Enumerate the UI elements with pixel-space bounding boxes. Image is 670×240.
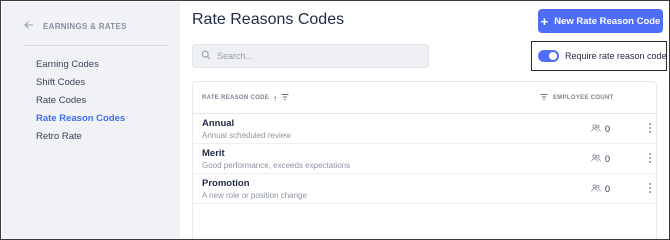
require-rate-reason-toggle-box: Require rate reason code — [531, 41, 667, 71]
rate-reason-name[interactable]: Promotion — [202, 178, 250, 189]
plus-icon: + — [540, 13, 549, 29]
rate-reason-name[interactable]: Annual — [202, 118, 234, 129]
require-rate-reason-toggle[interactable] — [538, 50, 559, 62]
filter-icon[interactable] — [540, 93, 548, 103]
more-vertical-icon[interactable] — [648, 181, 654, 195]
employee-count-value: 0 — [605, 184, 611, 194]
sidebar-divider — [24, 45, 169, 46]
column-header-count-label: EMPLOYEE COUNT — [553, 95, 614, 101]
sidebar-item-shift-codes[interactable]: Shift Codes — [36, 74, 125, 92]
sort-ascending-icon[interactable]: ↑ — [273, 94, 277, 103]
search-box — [192, 44, 429, 68]
column-header-code-label: RATE REASON CODE — [202, 95, 270, 101]
rate-reason-description: Annual scheduled review — [202, 131, 291, 140]
more-vertical-icon[interactable] — [648, 151, 654, 165]
employee-count-value: 0 — [605, 124, 611, 134]
back-link-label: EARNINGS & RATES — [43, 21, 127, 31]
main-content: Rate Reasons Codes + New Rate Reason Cod… — [180, 2, 669, 239]
users-icon — [591, 184, 601, 194]
toggle-label: Require rate reason code — [565, 51, 667, 61]
employee-count: 0 — [591, 154, 610, 164]
column-header-count: EMPLOYEE COUNT — [540, 93, 614, 103]
users-icon — [591, 154, 601, 164]
back-link[interactable]: EARNINGS & RATES — [24, 19, 127, 33]
table-row[interactable]: Annual Annual scheduled review 0 — [193, 114, 656, 144]
employee-count: 0 — [591, 124, 610, 134]
users-icon — [591, 124, 601, 134]
search-icon — [201, 47, 211, 65]
sidebar-item-rate-reason-codes[interactable]: Rate Reason Codes — [36, 110, 125, 128]
sidebar-nav: Earning Codes Shift Codes Rate Codes Rat… — [36, 56, 125, 146]
rate-reason-description: A new role or position change — [202, 191, 307, 200]
search-input[interactable] — [217, 51, 417, 61]
sidebar-item-rate-codes[interactable]: Rate Codes — [36, 92, 125, 110]
app-window: EARNINGS & RATES Earning Codes Shift Cod… — [0, 0, 670, 240]
sidebar-item-retro-rate[interactable]: Retro Rate — [36, 128, 125, 146]
table-header: RATE REASON CODE ↑ EMPLOYEE COUNT — [193, 82, 656, 114]
employee-count-value: 0 — [605, 154, 611, 164]
sidebar-item-earning-codes[interactable]: Earning Codes — [36, 56, 125, 74]
rate-reason-name[interactable]: Merit — [202, 148, 225, 159]
more-vertical-icon[interactable] — [648, 121, 654, 135]
rate-reason-description: Good performance, exceeds expectations — [202, 161, 351, 170]
table-row[interactable]: Promotion A new role or position change … — [193, 174, 656, 204]
new-rate-reason-code-button[interactable]: + New Rate Reason Code — [538, 9, 663, 33]
new-button-label: New Rate Reason Code — [554, 15, 661, 27]
arrow-left-icon — [24, 20, 34, 32]
rate-reason-table: RATE REASON CODE ↑ EMPLOYEE COUNT Annual… — [192, 81, 657, 239]
table-row[interactable]: Merit Good performance, exceeds expectat… — [193, 144, 656, 174]
page-title: Rate Reasons Codes — [192, 11, 345, 28]
employee-count: 0 — [591, 184, 610, 194]
column-header-code: RATE REASON CODE ↑ — [202, 93, 289, 103]
sidebar: EARNINGS & RATES Earning Codes Shift Cod… — [2, 2, 180, 239]
filter-icon[interactable] — [281, 93, 289, 103]
